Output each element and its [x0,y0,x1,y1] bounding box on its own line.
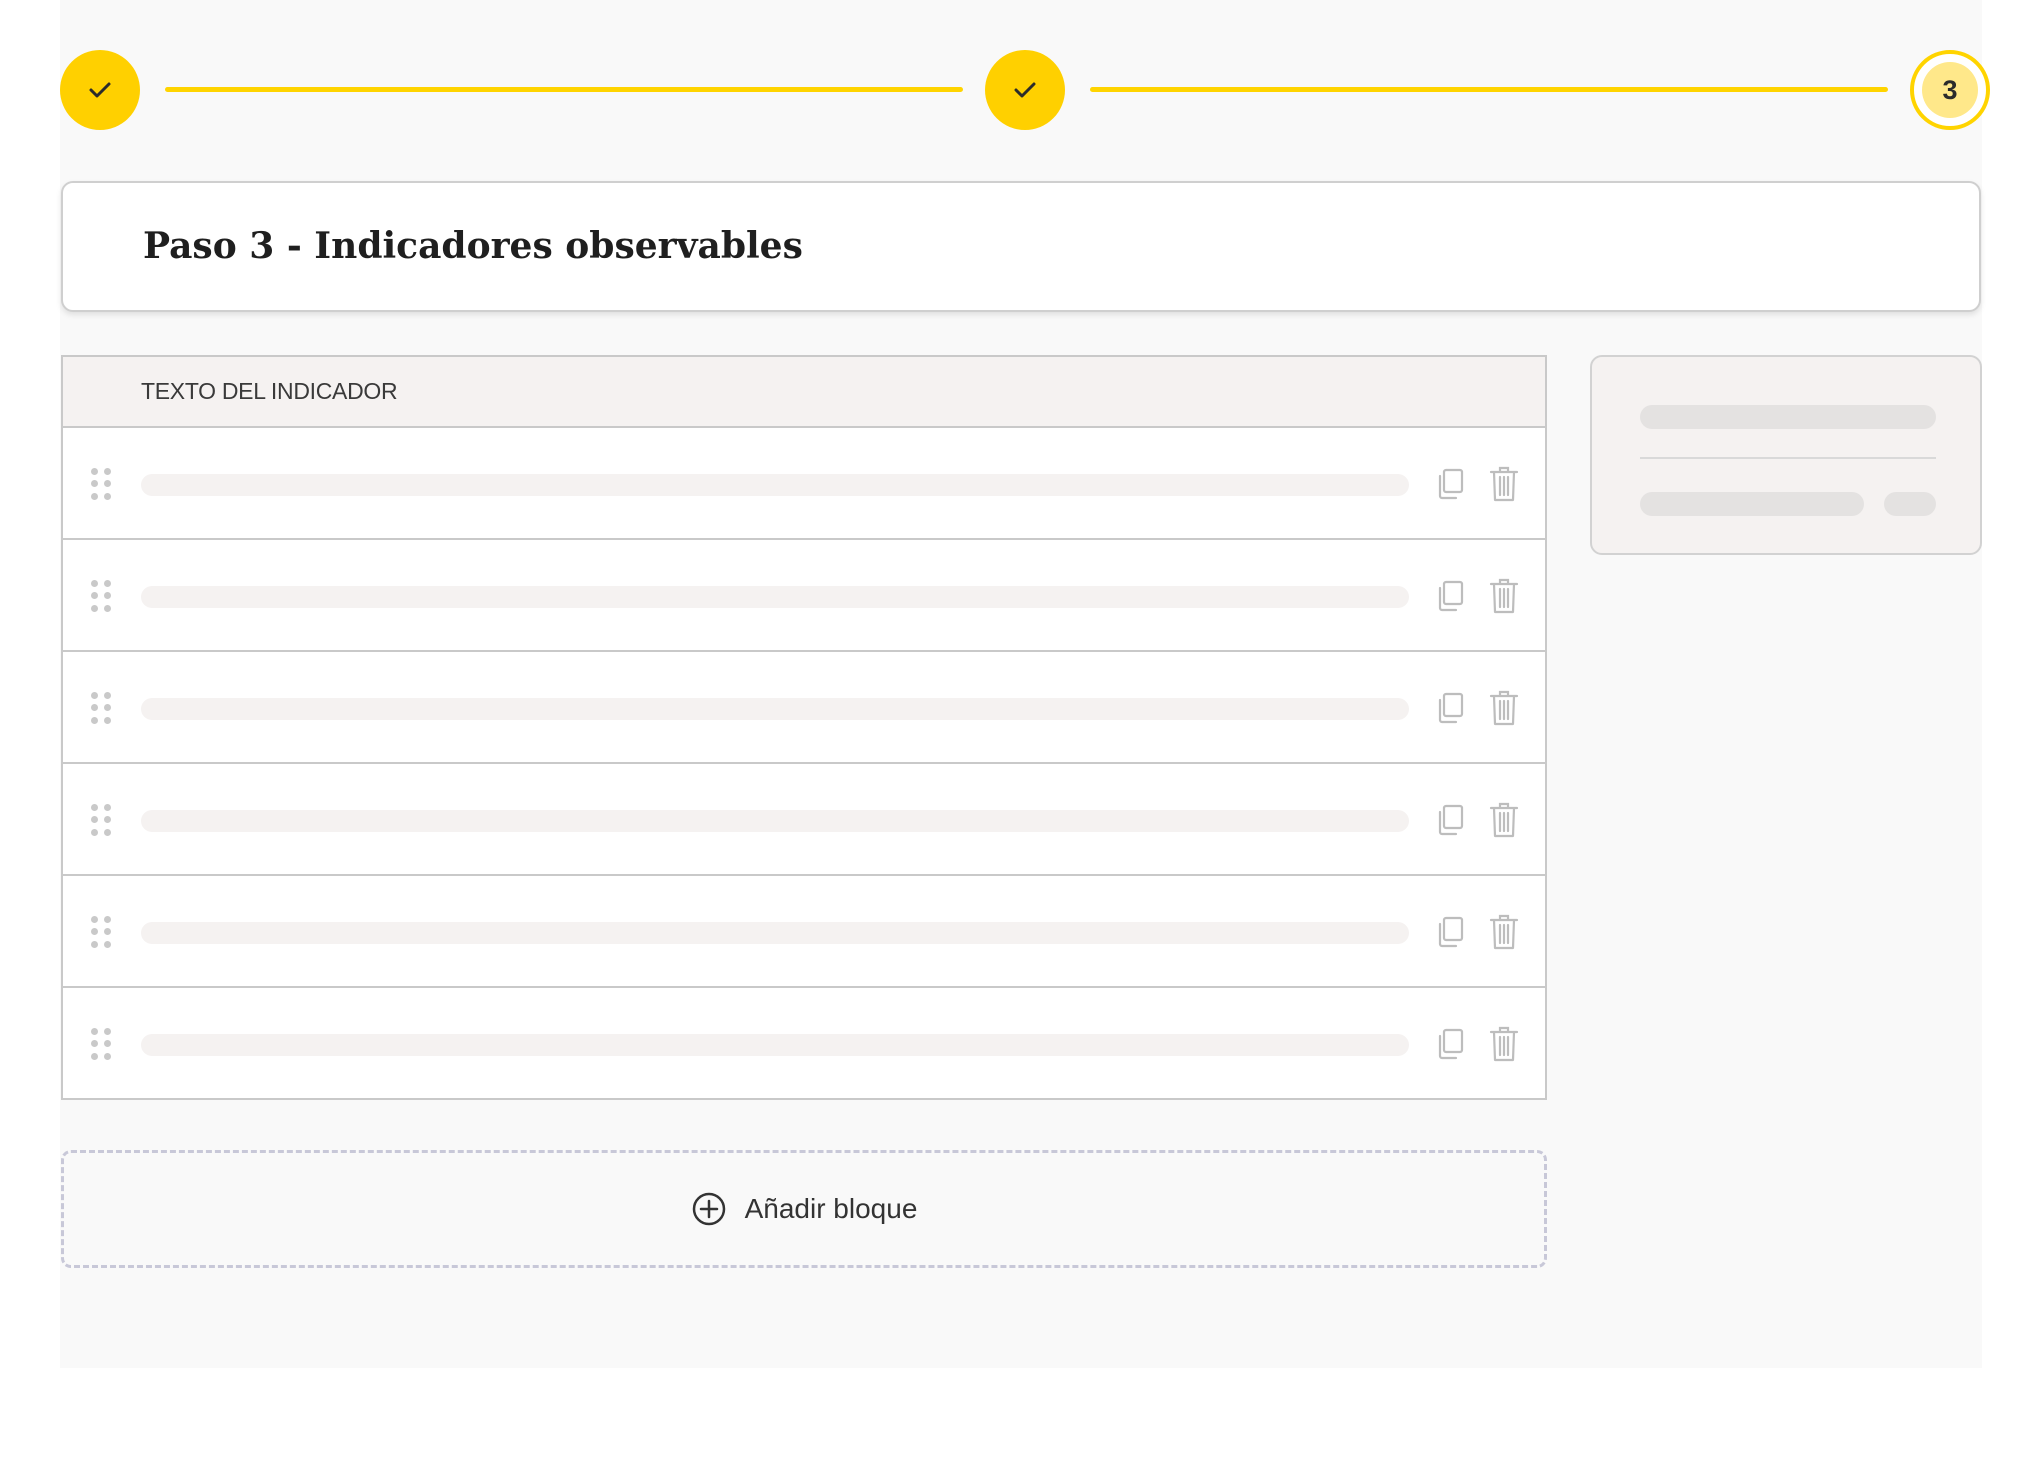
drag-dot [91,1052,98,1060]
drag-handle-icon[interactable] [91,692,111,724]
table-header: TEXTO DEL INDICADOR [63,357,1545,428]
drag-dot [104,580,111,587]
add-block-button[interactable]: Añadir bloque [61,1150,1547,1268]
copy-icon[interactable] [1435,689,1467,727]
trash-icon[interactable] [1488,913,1520,951]
drag-dot [91,828,98,836]
check-icon [1014,82,1036,98]
drag-dot [104,940,111,948]
indicator-text-skeleton [141,586,1409,608]
drag-dot [91,580,98,587]
drag-dot [91,716,98,724]
skeleton-bar [1884,492,1936,516]
step-connector [165,87,963,92]
drag-dot [91,804,98,811]
indicator-text-skeleton [141,474,1409,496]
skeleton-bar [1640,405,1936,429]
step-connector [1090,87,1888,92]
indicator-text-skeleton [141,698,1409,720]
drag-dot [104,480,111,488]
drag-dot [104,916,111,923]
drag-dot [104,1052,111,1060]
drag-dot [91,816,98,824]
drag-handle-icon[interactable] [91,580,111,612]
drag-dot [91,480,98,488]
drag-dot [104,928,111,936]
drag-dot [91,1028,98,1035]
trash-icon[interactable] [1488,801,1520,839]
drag-dot [104,604,111,612]
drag-dot [104,704,111,712]
plus-circle-icon [692,1192,725,1226]
drag-dot [104,716,111,724]
drag-dot [91,692,98,699]
trash-icon[interactable] [1488,689,1520,727]
step-3[interactable]: 3 [1910,50,1990,130]
step-title-card: Paso 3 - Indicadores observables [61,181,1981,312]
drag-dot [104,828,111,836]
drag-dot [104,468,111,475]
table-row [63,652,1545,764]
drag-dot [104,804,111,811]
drag-dot [91,916,98,923]
copy-icon[interactable] [1435,801,1467,839]
drag-handle-icon[interactable] [91,804,111,836]
check-icon [89,82,111,98]
copy-icon[interactable] [1435,577,1467,615]
step-1[interactable] [60,50,140,130]
drag-dot [104,1040,111,1048]
table-row [63,428,1545,540]
drag-dot [91,592,98,600]
step-number: 3 [1922,62,1978,118]
drag-dot [104,692,111,699]
drag-dot [91,492,98,500]
add-block-label: Añadir bloque [744,1193,918,1224]
trash-icon[interactable] [1488,577,1520,615]
indicator-text-skeleton [141,1034,1409,1056]
drag-dot [104,492,111,500]
skeleton-bar [1640,492,1864,516]
drag-dot [104,816,111,824]
drag-dot [91,468,98,475]
drag-handle-icon[interactable] [91,1028,111,1060]
table-body [63,428,1545,1100]
page-title: Paso 3 - Indicadores observables [143,225,803,267]
drag-dot [104,592,111,600]
step-2[interactable] [985,50,1065,130]
copy-icon[interactable] [1435,1025,1467,1063]
table-row [63,876,1545,988]
drag-handle-icon[interactable] [91,468,111,500]
drag-dot [91,1040,98,1048]
copy-icon[interactable] [1435,913,1467,951]
indicators-table: TEXTO DEL INDICADOR [61,355,1547,1100]
table-row [63,764,1545,876]
drag-dot [104,1028,111,1035]
indicator-text-skeleton [141,810,1409,832]
drag-dot [91,604,98,612]
copy-icon[interactable] [1435,465,1467,503]
table-row [63,988,1545,1100]
drag-dot [91,704,98,712]
summary-panel-skeleton [1590,355,1982,555]
column-header-indicator-text: TEXTO DEL INDICADOR [141,378,398,404]
table-row [63,540,1545,652]
divider [1640,457,1936,459]
drag-dot [91,928,98,936]
indicator-text-skeleton [141,922,1409,944]
trash-icon[interactable] [1488,465,1520,503]
drag-handle-icon[interactable] [91,916,111,948]
trash-icon[interactable] [1488,1025,1520,1063]
drag-dot [91,940,98,948]
